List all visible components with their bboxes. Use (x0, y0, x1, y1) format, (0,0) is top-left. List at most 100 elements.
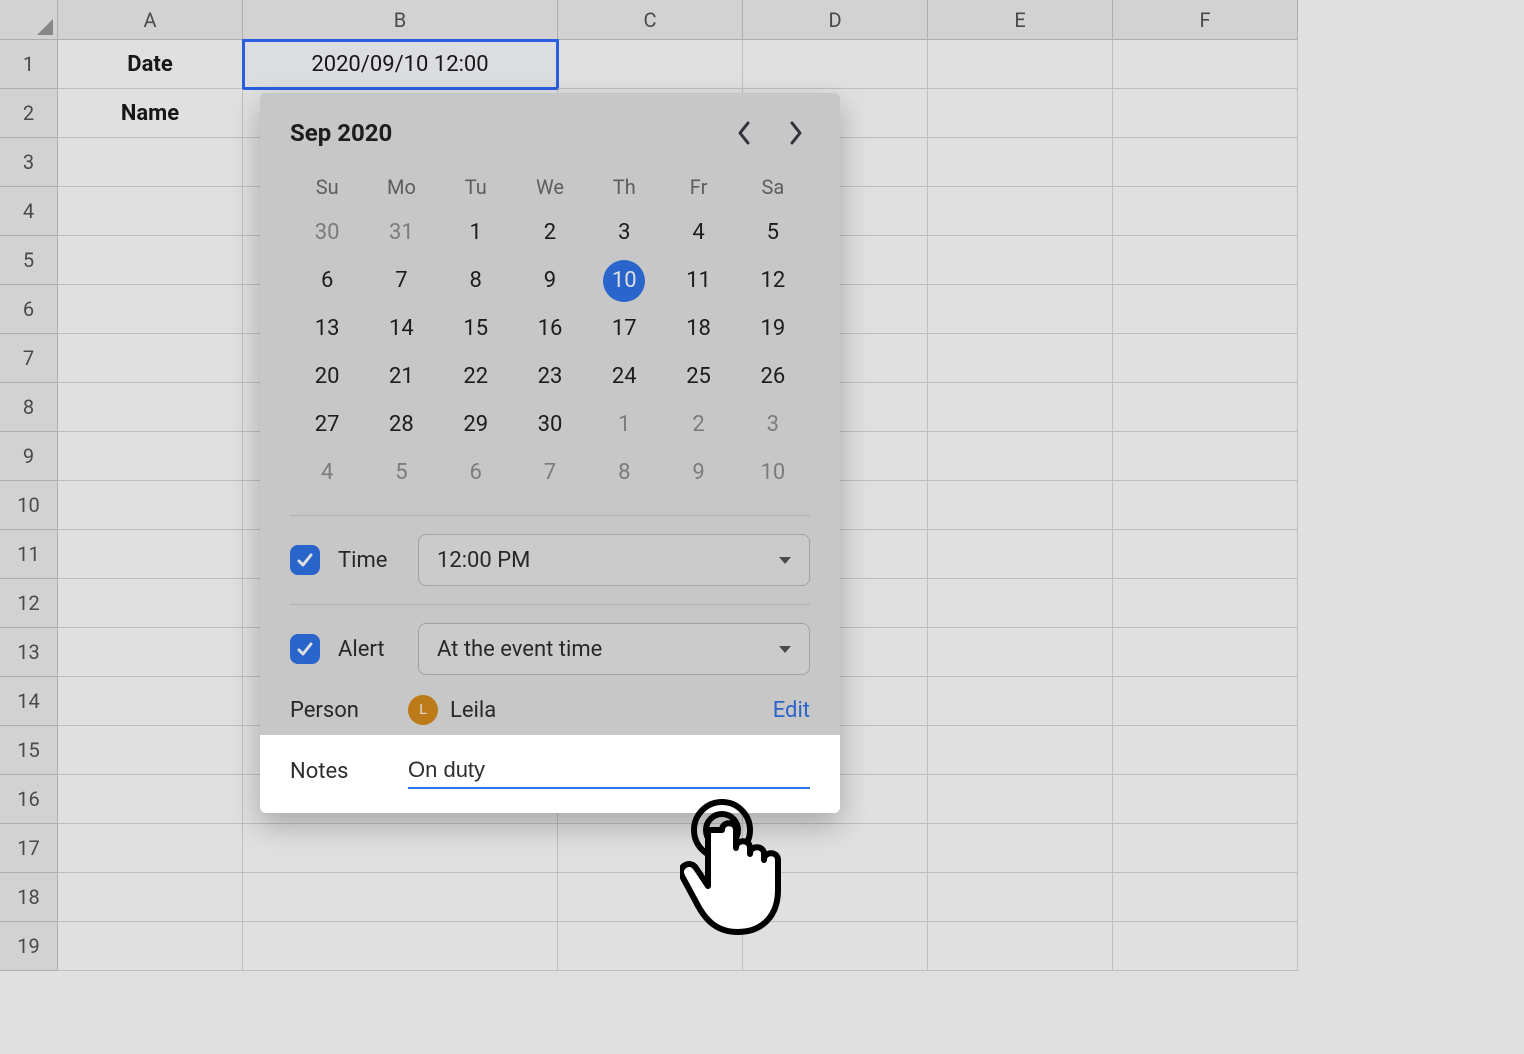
alert-checkbox[interactable] (290, 634, 320, 664)
day-5-muted[interactable]: 5 (364, 449, 438, 497)
cell-E2[interactable] (928, 89, 1113, 138)
day-17[interactable]: 17 (587, 305, 661, 353)
cell-B19[interactable] (243, 922, 558, 971)
cell-D19[interactable] (743, 922, 928, 971)
cell-E11[interactable] (928, 530, 1113, 579)
cell-E7[interactable] (928, 334, 1113, 383)
cell-A6[interactable] (58, 285, 243, 334)
row-header-7[interactable]: 7 (0, 334, 58, 383)
row-header-11[interactable]: 11 (0, 530, 58, 579)
day-20[interactable]: 20 (290, 353, 364, 401)
day-6[interactable]: 6 (290, 257, 364, 305)
day-5[interactable]: 5 (736, 209, 810, 257)
cell-F1[interactable] (1113, 40, 1298, 89)
cell-F14[interactable] (1113, 677, 1298, 726)
row-header-19[interactable]: 19 (0, 922, 58, 971)
cell-A15[interactable] (58, 726, 243, 775)
day-21[interactable]: 21 (364, 353, 438, 401)
day-10-muted[interactable]: 10 (736, 449, 810, 497)
day-1-muted[interactable]: 1 (587, 401, 661, 449)
day-15[interactable]: 15 (439, 305, 513, 353)
cell-E6[interactable] (928, 285, 1113, 334)
cell-A9[interactable] (58, 432, 243, 481)
day-19[interactable]: 19 (736, 305, 810, 353)
cell-E13[interactable] (928, 628, 1113, 677)
cell-F4[interactable] (1113, 187, 1298, 236)
row-header-18[interactable]: 18 (0, 873, 58, 922)
cell-D18[interactable] (743, 873, 928, 922)
cell-F18[interactable] (1113, 873, 1298, 922)
cell-C18[interactable] (558, 873, 743, 922)
day-12[interactable]: 12 (736, 257, 810, 305)
row-header-8[interactable]: 8 (0, 383, 58, 432)
select-all-corner[interactable] (0, 0, 58, 40)
col-header-F[interactable]: F (1113, 0, 1298, 40)
cell-F11[interactable] (1113, 530, 1298, 579)
cell-A5[interactable] (58, 236, 243, 285)
prev-month-button[interactable] (730, 119, 758, 147)
notes-input[interactable] (408, 753, 810, 789)
day-7-muted[interactable]: 7 (513, 449, 587, 497)
cell-C17[interactable] (558, 824, 743, 873)
day-14[interactable]: 14 (364, 305, 438, 353)
day-2[interactable]: 2 (513, 209, 587, 257)
cell-A10[interactable] (58, 481, 243, 530)
day-7[interactable]: 7 (364, 257, 438, 305)
cell-A1[interactable]: Date (58, 40, 243, 89)
day-3-muted[interactable]: 3 (736, 401, 810, 449)
day-4[interactable]: 4 (661, 209, 735, 257)
cell-A11[interactable] (58, 530, 243, 579)
day-29[interactable]: 29 (439, 401, 513, 449)
col-header-D[interactable]: D (743, 0, 928, 40)
cell-E10[interactable] (928, 481, 1113, 530)
day-22[interactable]: 22 (439, 353, 513, 401)
cell-E19[interactable] (928, 922, 1113, 971)
row-header-9[interactable]: 9 (0, 432, 58, 481)
row-header-14[interactable]: 14 (0, 677, 58, 726)
day-28[interactable]: 28 (364, 401, 438, 449)
alert-dropdown[interactable]: At the event time (418, 623, 810, 675)
cell-A14[interactable] (58, 677, 243, 726)
cell-A3[interactable] (58, 138, 243, 187)
time-dropdown[interactable]: 12:00 PM (418, 534, 810, 586)
cell-E17[interactable] (928, 824, 1113, 873)
next-month-button[interactable] (782, 119, 810, 147)
cell-E16[interactable] (928, 775, 1113, 824)
cell-F15[interactable] (1113, 726, 1298, 775)
col-header-A[interactable]: A (58, 0, 243, 40)
col-header-C[interactable]: C (558, 0, 743, 40)
cell-E5[interactable] (928, 236, 1113, 285)
cell-F8[interactable] (1113, 383, 1298, 432)
day-8[interactable]: 8 (439, 257, 513, 305)
day-16[interactable]: 16 (513, 305, 587, 353)
cell-F7[interactable] (1113, 334, 1298, 383)
row-header-13[interactable]: 13 (0, 628, 58, 677)
cell-F17[interactable] (1113, 824, 1298, 873)
col-header-E[interactable]: E (928, 0, 1113, 40)
day-25[interactable]: 25 (661, 353, 735, 401)
cell-F19[interactable] (1113, 922, 1298, 971)
cell-F3[interactable] (1113, 138, 1298, 187)
row-header-4[interactable]: 4 (0, 187, 58, 236)
col-header-B[interactable]: B (243, 0, 558, 40)
row-header-16[interactable]: 16 (0, 775, 58, 824)
cell-F12[interactable] (1113, 579, 1298, 628)
cell-A17[interactable] (58, 824, 243, 873)
day-31-muted[interactable]: 31 (364, 209, 438, 257)
cell-E3[interactable] (928, 138, 1113, 187)
row-header-15[interactable]: 15 (0, 726, 58, 775)
cell-E15[interactable] (928, 726, 1113, 775)
day-26[interactable]: 26 (736, 353, 810, 401)
day-23[interactable]: 23 (513, 353, 587, 401)
cell-E9[interactable] (928, 432, 1113, 481)
row-header-10[interactable]: 10 (0, 481, 58, 530)
cell-E18[interactable] (928, 873, 1113, 922)
cell-C1[interactable] (558, 40, 743, 89)
cell-E8[interactable] (928, 383, 1113, 432)
cell-D17[interactable] (743, 824, 928, 873)
day-10[interactable]: 10 (603, 260, 645, 302)
cell-A18[interactable] (58, 873, 243, 922)
cell-F16[interactable] (1113, 775, 1298, 824)
cell-F6[interactable] (1113, 285, 1298, 334)
day-4-muted[interactable]: 4 (290, 449, 364, 497)
